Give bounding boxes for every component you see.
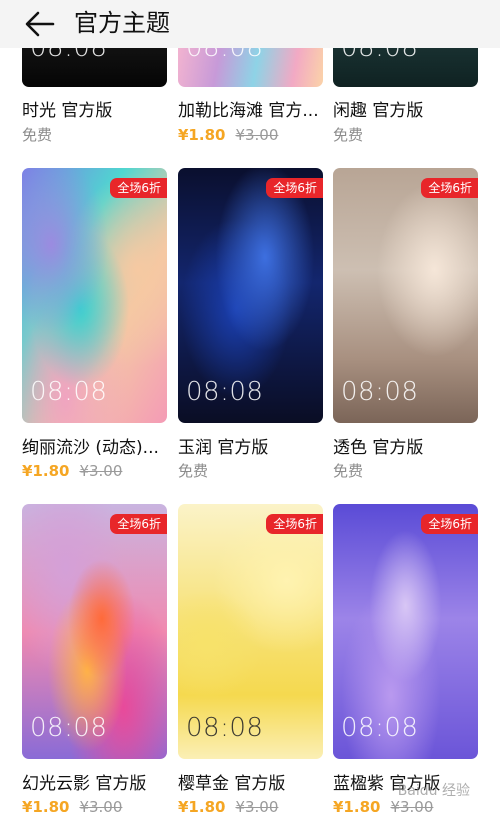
free-label: 免费 (333, 462, 364, 480)
theme-name[interactable]: 绚丽流沙 (动态)... (22, 437, 172, 459)
price-row: ¥1.80 ¥3.00 (22, 461, 122, 481)
theme-thumbnail-huanguangyunying[interactable]: 全场6折 08:08 (22, 504, 167, 759)
sale-price: ¥1.80 (333, 798, 381, 816)
theme-thumbnail-lanyingzi[interactable]: 全场6折 08:08 (333, 504, 478, 759)
free-label: 免费 (333, 126, 364, 144)
discount-badge: 全场6折 (110, 514, 167, 534)
sale-price: ¥1.80 (22, 798, 70, 816)
free-label: 免费 (22, 126, 53, 144)
lockscreen-time: 08:08 (186, 377, 264, 407)
lockscreen-time: 08:08 (186, 713, 264, 743)
watermark: Baidu 经验 (397, 783, 470, 799)
sale-price: ¥1.80 (178, 126, 226, 144)
discount-badge: 全场6折 (421, 514, 478, 534)
discount-badge: 全场6折 (266, 178, 323, 198)
top-bar: 官方主题 (0, 0, 500, 48)
discount-badge: 全场6折 (421, 178, 478, 198)
price-row: 免费 (22, 125, 52, 145)
price-row: 免费 (178, 461, 208, 481)
price-row: ¥1.80 ¥3.00 (178, 797, 278, 817)
back-button[interactable] (20, 6, 60, 42)
original-price: ¥3.00 (79, 798, 123, 816)
lockscreen-time: 08:08 (341, 713, 419, 743)
price-row: 免费 (333, 125, 363, 145)
theme-name[interactable]: 闲趣 官方版 (333, 100, 483, 122)
page-title: 官方主题 (74, 9, 170, 37)
theme-thumbnail-xuanliliusha[interactable]: 全场6折 08:08 (22, 168, 167, 423)
sale-price: ¥1.80 (178, 798, 226, 816)
theme-thumbnail-yurun[interactable]: 全场6折 08:08 (178, 168, 323, 423)
theme-name[interactable]: 玉润 官方版 (178, 437, 328, 459)
theme-thumbnail-yingcaojin[interactable]: 全场6折 08:08 (178, 504, 323, 759)
lockscreen-time: 08:08 (30, 713, 108, 743)
price-row: ¥1.80 ¥3.00 (22, 797, 122, 817)
original-price: ¥3.00 (235, 798, 279, 816)
theme-name[interactable]: 透色 官方版 (333, 437, 483, 459)
price-row: 免费 (333, 461, 363, 481)
free-label: 免费 (178, 462, 209, 480)
lockscreen-time: 08:08 (341, 377, 419, 407)
theme-thumbnail-touse[interactable]: 全场6折 08:08 (333, 168, 478, 423)
lockscreen-time: 08:08 (30, 377, 108, 407)
arrow-left-icon (25, 11, 55, 37)
original-price: ¥3.00 (390, 798, 434, 816)
price-row: ¥1.80 ¥3.00 (178, 125, 278, 145)
original-price: ¥3.00 (235, 126, 279, 144)
discount-badge: 全场6折 (110, 178, 167, 198)
price-row: ¥1.80 ¥3.00 (333, 797, 433, 817)
original-price: ¥3.00 (79, 462, 123, 480)
discount-badge: 全场6折 (266, 514, 323, 534)
theme-name[interactable]: 加勒比海滩 官方... (178, 100, 328, 122)
sale-price: ¥1.80 (22, 462, 70, 480)
theme-name[interactable]: 时光 官方版 (22, 100, 172, 122)
theme-name[interactable]: 樱草金 官方版 (178, 773, 328, 795)
theme-name[interactable]: 幻光云影 官方版 (22, 773, 172, 795)
